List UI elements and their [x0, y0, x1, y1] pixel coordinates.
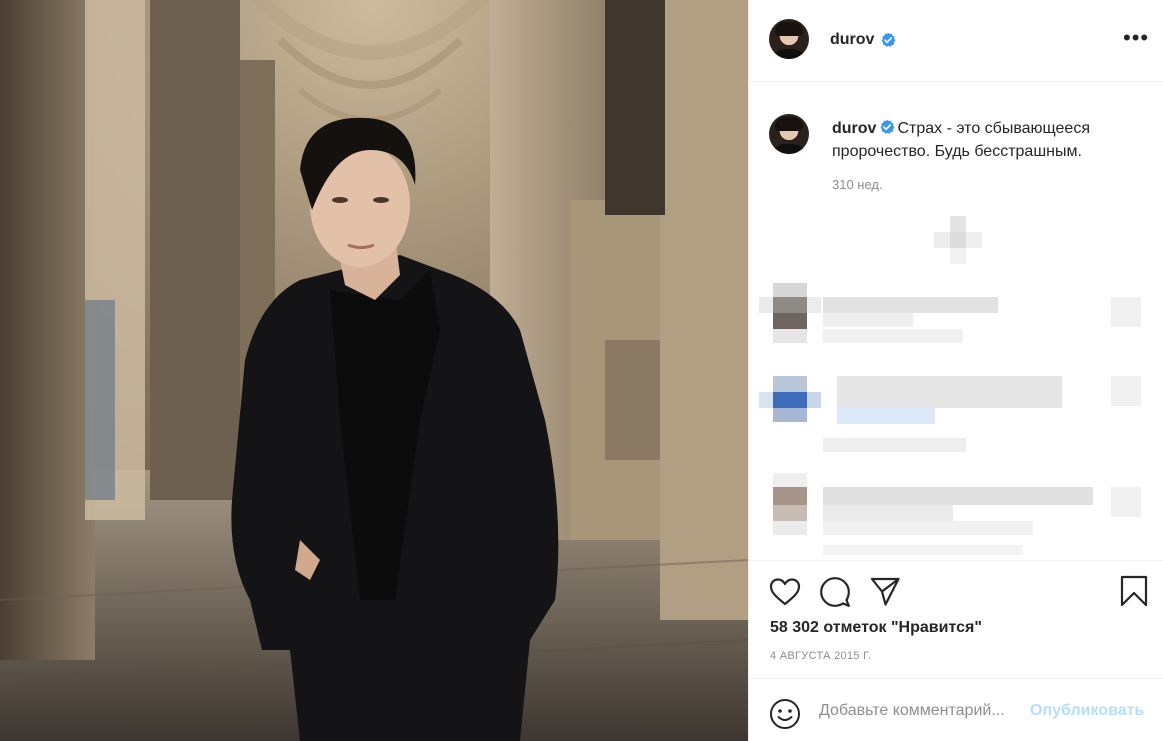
publish-button[interactable]: Опубликовать: [1030, 702, 1144, 720]
comment-icon[interactable]: [819, 576, 851, 608]
paper-plane-icon[interactable]: [869, 576, 901, 608]
caption-username[interactable]: durov: [832, 120, 876, 137]
bookmark-icon[interactable]: [1120, 575, 1148, 607]
comments-section: durov Страх - это сбывающееся пророчество…: [749, 83, 1163, 559]
comment-item: [759, 376, 1154, 461]
post-actions: 58 302 отметок "Нравится" 4 АВГУСТА 2015…: [749, 560, 1163, 741]
photo-illustration: [0, 0, 748, 741]
author-username[interactable]: durov: [830, 31, 874, 49]
emoji-icon[interactable]: [769, 698, 801, 730]
likes-count[interactable]: 58 302 отметок "Нравится": [770, 619, 982, 637]
comment-item: [759, 473, 1154, 559]
caption-author-avatar[interactable]: [769, 114, 809, 154]
heart-icon[interactable]: [769, 577, 801, 607]
verified-badge-icon: [881, 119, 895, 134]
post-header: durov •••: [749, 0, 1163, 82]
post-photo[interactable]: [0, 0, 748, 741]
author-avatar[interactable]: [769, 19, 809, 59]
post-caption: durov Страх - это сбывающееся пророчество…: [832, 117, 1142, 163]
caption-age: 310 нед.: [832, 177, 883, 192]
add-comment-bar: Опубликовать: [749, 678, 1163, 741]
comment-input[interactable]: [819, 699, 1029, 723]
post-date[interactable]: 4 АВГУСТА 2015 Г.: [770, 650, 871, 662]
comment-item: [759, 283, 1154, 353]
verified-badge-icon: [881, 32, 896, 47]
post-side-panel: durov ••• durov Страх - это сбывающееся п…: [748, 0, 1163, 741]
loading-spinner-icon: [934, 216, 982, 264]
more-options-icon[interactable]: •••: [1123, 27, 1148, 50]
